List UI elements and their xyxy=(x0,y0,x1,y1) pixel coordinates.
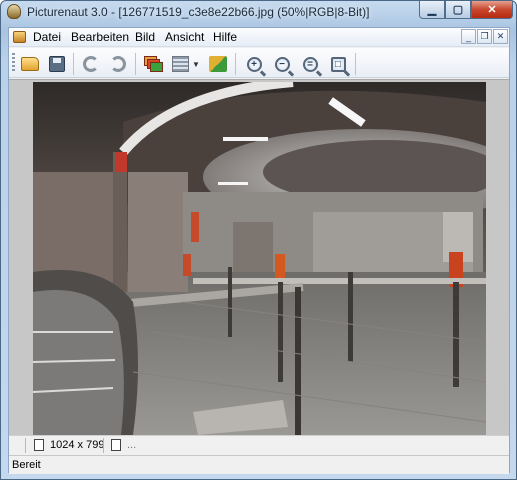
toolbar-separator xyxy=(235,53,236,75)
status-separator xyxy=(25,438,26,453)
mdi-minimize-button[interactable]: _ xyxy=(461,29,476,44)
image-size-icon xyxy=(34,439,44,451)
menu-ansicht[interactable]: Ansicht xyxy=(163,30,206,44)
file-info-icon xyxy=(111,439,121,451)
image-info-bar: 1024 x 799 ... xyxy=(9,435,509,455)
zoom-in-button[interactable]: + xyxy=(243,53,265,75)
close-button[interactable]: ✕ xyxy=(471,1,513,19)
menu-datei[interactable]: Datei xyxy=(31,30,63,44)
list-button[interactable] xyxy=(169,53,191,75)
redo-button[interactable] xyxy=(107,53,129,75)
open-folder-icon xyxy=(21,57,39,71)
zoom-actual-button[interactable]: □ xyxy=(327,53,349,75)
status-bar: Bereit xyxy=(9,455,509,474)
undo-button[interactable] xyxy=(80,53,102,75)
toolbar-separator xyxy=(73,53,74,75)
list-icon xyxy=(171,56,189,72)
zoom-in-icon: + xyxy=(246,56,262,72)
layers-icon xyxy=(144,56,163,72)
mdi-restore-icon: ❐ xyxy=(480,31,489,41)
mdi-close-icon: ✕ xyxy=(496,31,505,41)
plugin-icon xyxy=(209,56,227,72)
title-bar[interactable]: Picturenaut 3.0 - [126771519_c3e8e22b66.… xyxy=(1,1,516,23)
toolbar: ▼ + − = □ xyxy=(9,48,509,78)
menu-bearbeiten[interactable]: Bearbeiten xyxy=(69,30,131,44)
minimize-icon: ▁ xyxy=(427,4,437,16)
menu-bild[interactable]: Bild xyxy=(133,30,157,44)
zoom-out-button[interactable]: − xyxy=(271,53,293,75)
toolbar-grip[interactable] xyxy=(12,53,15,73)
client-area: Datei Bearbeiten Bild Ansicht Hilfe _ ❐ … xyxy=(8,27,510,474)
redo-icon xyxy=(110,56,126,72)
mdi-close-button[interactable]: ✕ xyxy=(493,29,508,44)
mdi-restore-button[interactable]: ❐ xyxy=(477,29,492,44)
status-ready: Bereit xyxy=(12,459,41,471)
toolbar-separator xyxy=(135,53,136,75)
undo-icon xyxy=(83,56,99,72)
open-button[interactable] xyxy=(19,53,41,75)
app-window: Picturenaut 3.0 - [126771519_c3e8e22b66.… xyxy=(0,0,517,480)
save-icon xyxy=(49,56,65,72)
maximize-icon: ▢ xyxy=(452,4,464,16)
zoom-actual-icon: □ xyxy=(330,56,346,72)
zoom-fit-button[interactable]: = xyxy=(299,53,321,75)
image-dimensions: 1024 x 799 xyxy=(50,439,105,451)
dropdown-arrow-icon: ▼ xyxy=(192,59,200,69)
plugin-button[interactable] xyxy=(207,53,229,75)
close-icon: ✕ xyxy=(487,4,497,16)
hdr-photo-subway-station xyxy=(33,82,486,435)
toolbar-separator xyxy=(355,53,356,75)
maximize-button[interactable]: ▢ xyxy=(445,1,471,19)
zoom-out-icon: − xyxy=(274,56,290,72)
minimize-button[interactable]: ▁ xyxy=(419,1,445,19)
mdi-minimize-icon: _ xyxy=(465,31,471,42)
document-menu-icon[interactable] xyxy=(13,31,26,43)
file-info-text: ... xyxy=(127,439,137,451)
picturenaut-app-icon[interactable] xyxy=(7,4,21,19)
image-viewport[interactable] xyxy=(9,79,509,435)
window-title: Picturenaut 3.0 - [126771519_c3e8e22b66.… xyxy=(27,5,370,19)
zoom-fit-icon: = xyxy=(302,56,318,72)
photo-drawing xyxy=(33,82,486,435)
dropdown-button[interactable]: ▼ xyxy=(190,53,202,75)
layers-button[interactable] xyxy=(142,53,164,75)
save-button[interactable] xyxy=(46,53,68,75)
menu-hilfe[interactable]: Hilfe xyxy=(211,30,239,44)
menu-bar: Datei Bearbeiten Bild Ansicht Hilfe _ ❐ … xyxy=(9,28,509,47)
status-separator xyxy=(103,438,104,453)
